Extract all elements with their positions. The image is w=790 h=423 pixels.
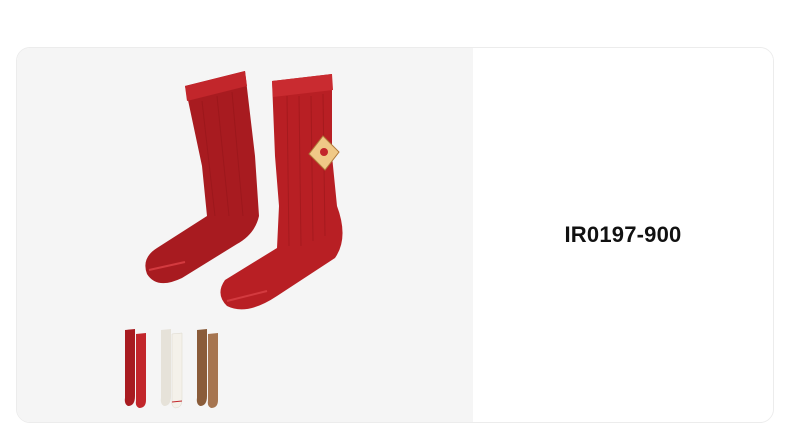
product-image-panel (17, 48, 473, 422)
red-crew-socks-image (145, 71, 343, 310)
red-socks-thumbnail-icon[interactable] (122, 326, 150, 410)
white-socks-thumbnail-icon[interactable] (158, 326, 186, 410)
brown-socks-thumbnail-icon[interactable] (194, 326, 222, 410)
product-sku: IR0197-900 (564, 222, 682, 247)
product-info-panel: IR0197-900 (473, 48, 773, 422)
color-variant-thumbnails (122, 326, 222, 410)
product-card: IR0197-900 (16, 47, 774, 423)
